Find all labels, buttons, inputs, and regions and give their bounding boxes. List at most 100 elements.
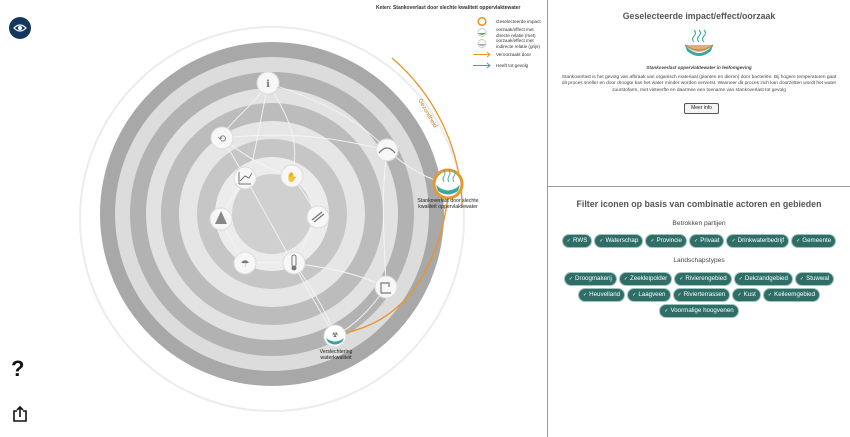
more-info-button[interactable]: Meer info: [684, 103, 719, 114]
landscape-chip-laagveen[interactable]: ✓ Laagveen: [627, 288, 671, 302]
landscape-chip-keileemgebied[interactable]: ✓ Keileemgebied: [762, 288, 821, 302]
node-label-salt: Verslechtering waterkwaliteit: [319, 349, 353, 361]
stink-water-large-icon: [684, 29, 714, 56]
selected-caption: Stankoverlast oppervlaktewater in leefom…: [646, 65, 752, 70]
node-soil[interactable]: [306, 205, 330, 229]
landscape-chip-label: Kust: [743, 291, 756, 298]
landscapes-chips: ✓ Droogmakerij ✓ Zeekleipolder ✓ Rivierengebi…: [554, 272, 844, 318]
party-chip-label: Provincie: [656, 237, 682, 244]
node-chart[interactable]: [233, 166, 257, 190]
landscape-chip-droogmakerij[interactable]: ✓ Droogmakerij: [563, 272, 617, 286]
party-chip-label: Gemeente: [802, 237, 832, 244]
arrow-orange-icon: [473, 51, 491, 58]
landscape-chip-kust[interactable]: ✓ Kust: [732, 288, 761, 302]
eye-button[interactable]: [9, 17, 31, 39]
landscape-chip-label: Keileemgebied: [774, 291, 816, 298]
party-chip-label: RWS: [573, 237, 588, 244]
legend-title: Keten: Stankoverlast door slechte kwalit…: [376, 5, 521, 11]
help-button[interactable]: ?: [11, 358, 24, 380]
info-icon: ℹ: [266, 79, 270, 90]
eye-icon: [13, 24, 27, 32]
node-rain[interactable]: ☂: [233, 251, 257, 275]
party-chip-label: Drinkwaterbedrijf: [737, 237, 785, 244]
svg-text:☢: ☢: [332, 331, 338, 339]
check-icon: ✓: [582, 292, 588, 298]
check-icon: ✓: [632, 292, 637, 298]
parties-chips: ✓ RWS ✓ Waterschap ✓ Provincie ✓ Privaat ✓ Drinkw…: [554, 234, 844, 248]
node-pump[interactable]: [374, 275, 398, 299]
landscape-chip-voormalige-hoogvenen[interactable]: ✓ Voormalige hoogvenen: [659, 304, 739, 318]
check-icon: ✓: [796, 238, 801, 244]
check-icon: ✓: [693, 238, 699, 244]
landscape-chip-label: Zeekleipolder: [630, 275, 668, 282]
legend-row-indirect: oorzaak/effect met indirecte relatie (gr…: [376, 38, 546, 49]
node-salt-water[interactable]: ☢: [323, 324, 347, 348]
info-panel: Geselecteerde impact/effect/oorzaak Stan…: [548, 0, 850, 437]
landscape-chip-dekzandgebied[interactable]: ✓ Dekzandgebied: [733, 272, 793, 286]
hand-water-icon: ✋: [286, 171, 297, 183]
node-bridge[interactable]: [375, 138, 399, 162]
check-icon: ✓: [737, 292, 742, 298]
orange-ring-icon: [477, 16, 487, 27]
landscape-chip-rivierengebied[interactable]: ✓ Rivierengebied: [674, 272, 732, 286]
check-icon: ✓: [566, 238, 571, 244]
party-chip-waterschap[interactable]: ✓ Waterschap: [594, 234, 644, 248]
check-icon: ✓: [731, 238, 736, 244]
node-stink-water[interactable]: [432, 168, 464, 200]
landscape-chip-label: Droogmakerij: [575, 275, 612, 282]
check-icon: ✓: [799, 276, 805, 282]
landscape-chip-label: Laagveen: [638, 291, 666, 298]
check-icon: ✓: [677, 292, 682, 298]
landscape-chip-rivierterrassen[interactable]: ✓ Rivierterrassen: [672, 288, 731, 302]
filter-section: Filter iconen op basis van combinatie ac…: [548, 187, 850, 437]
party-chip-rws[interactable]: ✓ RWS: [561, 234, 593, 248]
check-icon: ✓: [679, 276, 684, 282]
legend: Keten: Stankoverlast door slechte kwalit…: [376, 5, 546, 71]
node-cycle[interactable]: ⟲: [210, 126, 234, 150]
legend-row-selected: Geselecteerde impact: [376, 16, 546, 27]
check-icon: ✓: [623, 276, 629, 282]
grey-icon: [477, 39, 487, 48]
check-icon: ✓: [599, 238, 604, 244]
party-chip-provincie[interactable]: ✓ Provincie: [645, 234, 687, 248]
party-chip-privaat[interactable]: ✓ Privaat: [688, 234, 725, 248]
landscape-chip-label: Heuvelland: [589, 291, 621, 298]
landscape-chip-label: Dekzandgebied: [744, 275, 788, 282]
selected-title: Geselecteerde impact/effect/oorzaak: [622, 11, 776, 21]
landscape-chip-label: Stuwwal: [806, 275, 830, 282]
party-chip-gemeente[interactable]: ✓ Gemeente: [791, 234, 837, 248]
landscape-chip-label: Voormalige hoogvenen: [670, 307, 734, 314]
party-chip-drinkwaterbedrijf[interactable]: ✓ Drinkwaterbedrijf: [726, 234, 790, 248]
arrow-teal-icon: [473, 62, 491, 69]
landscapes-label: Landschapstypes: [673, 257, 725, 264]
rain-icon: ☂: [241, 259, 250, 270]
check-icon: ✓: [568, 276, 574, 282]
share-button[interactable]: [11, 405, 29, 423]
check-icon: ✓: [738, 276, 743, 282]
green-icon: [477, 28, 487, 37]
selected-description: Stankoverlast is het gevolg van afbraak …: [561, 75, 837, 93]
legend-row-direct: oorzaak/effect met directe relatie (met): [376, 27, 546, 38]
landscape-chip-zeekleipolder[interactable]: ✓ Zeekleipolder: [618, 272, 673, 286]
check-icon: ✓: [664, 308, 669, 314]
landscape-chip-label: Rivierterrassen: [683, 291, 726, 298]
node-wind[interactable]: [209, 207, 233, 231]
check-icon: ✓: [767, 292, 773, 298]
party-chip-label: Waterschap: [605, 237, 639, 244]
selected-section: Geselecteerde impact/effect/oorzaak Stan…: [548, 0, 850, 186]
landscape-chip-stuwwal[interactable]: ✓ Stuwwal: [794, 272, 835, 286]
filter-title: Filter iconen op basis van combinatie ac…: [576, 199, 822, 209]
legend-row-effect: Heeft tot gevolg: [376, 60, 546, 71]
node-info[interactable]: ℹ: [256, 71, 280, 95]
cycle-icon: ⟲: [218, 134, 227, 145]
parties-label: Betrokken partijen: [672, 220, 726, 227]
share-icon: [13, 405, 27, 422]
check-icon: ✓: [650, 238, 655, 244]
node-label-stink: Stankoverlast door slechte kwaliteit opp…: [417, 198, 479, 210]
node-hand-water[interactable]: ✋: [280, 164, 304, 188]
legend-row-caused: Veroorzaakt door: [376, 49, 546, 60]
node-thermometer[interactable]: [282, 251, 306, 275]
party-chip-label: Privaat: [700, 237, 720, 244]
arc-label: Gezondheid: [416, 98, 437, 129]
landscape-chip-heuvelland[interactable]: ✓ Heuvelland: [577, 288, 626, 302]
